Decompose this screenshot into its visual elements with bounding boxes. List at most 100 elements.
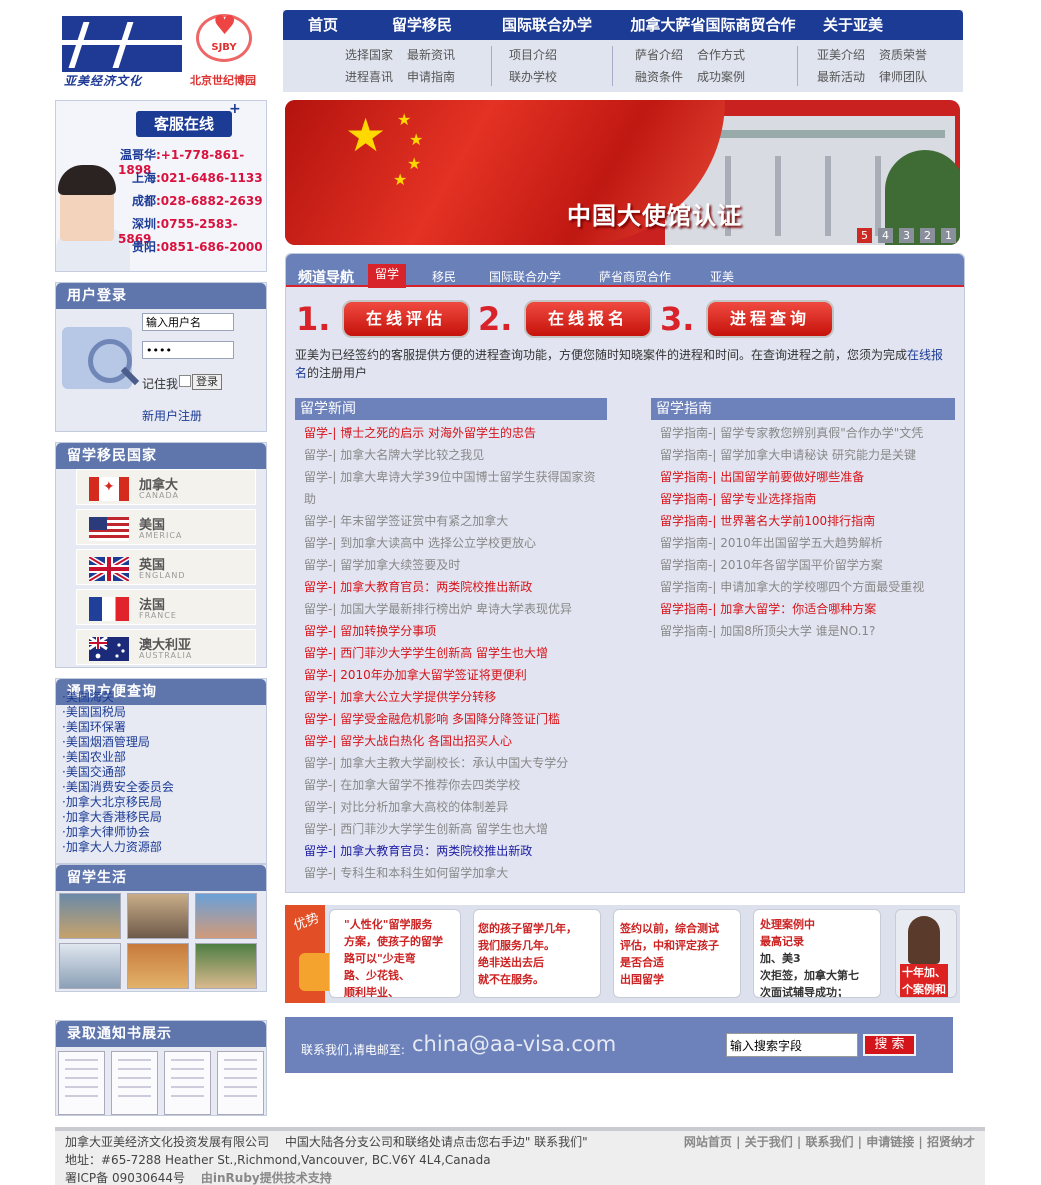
news-item[interactable]: 留学-| 年末留学签证赏中有紧之加拿大: [304, 510, 624, 532]
news-item[interactable]: 助: [304, 488, 624, 510]
quick-link[interactable]: ·加拿大律师协会: [62, 825, 174, 840]
quick-link[interactable]: ·美国消费安全委员会: [62, 780, 174, 795]
hero-banner[interactable]: ★ ★ ★ ★ ★ 中国大使馆认证 5 4 3 2 1: [285, 100, 960, 245]
quick-link[interactable]: ·加拿大香港移民局: [62, 810, 174, 825]
news-item[interactable]: 留学-| 加拿大教育官员：两类院校推出新政: [304, 576, 624, 598]
guide-item[interactable]: 留学指南-| 留学专业选择指南: [660, 488, 960, 510]
contact-email-link[interactable]: china@aa-visa.com: [412, 1032, 616, 1056]
quick-link[interactable]: ·美国海关: [62, 690, 174, 705]
site-search-input[interactable]: [726, 1033, 858, 1057]
quick-link[interactable]: ·美国烟酒管理局: [62, 735, 174, 750]
search-button[interactable]: 搜 索: [863, 1034, 916, 1056]
news-item[interactable]: 留学-| 加拿大公立大学提供学分转移: [304, 686, 624, 708]
submenu-item[interactable]: 合作方式: [697, 44, 745, 66]
offer-letter-thumb[interactable]: [217, 1051, 264, 1115]
offer-letter-thumb[interactable]: [58, 1051, 105, 1115]
online-assessment-button[interactable]: 在线评估: [342, 300, 470, 338]
country-uk[interactable]: 英国 ENGLAND: [76, 549, 256, 585]
password-input[interactable]: [142, 341, 234, 359]
footer-link-home[interactable]: 网站首页: [684, 1135, 732, 1149]
guide-item[interactable]: 留学指南-| 留学专家教您辨别真假"合作办学"文凭: [660, 422, 960, 444]
progress-query-button[interactable]: 进程查询: [706, 300, 834, 338]
channel-tab-immigration[interactable]: 移民: [432, 268, 456, 285]
student-life-photo[interactable]: [59, 943, 121, 989]
online-registration-button[interactable]: 在线报名: [524, 300, 652, 338]
student-life-photo[interactable]: [127, 943, 189, 989]
news-item[interactable]: 留学-| 加国大学最新排行榜出炉 卑诗大学表现优异: [304, 598, 624, 620]
channel-tab-joint-school[interactable]: 国际联合办学: [489, 268, 561, 285]
quick-link[interactable]: ·美国交通部: [62, 765, 174, 780]
submenu-item[interactable]: 融资条件: [635, 66, 683, 88]
submenu-item[interactable]: 律师团队: [879, 66, 927, 88]
news-item[interactable]: 留学-| 到加拿大读高中 选择公立学校更放心: [304, 532, 624, 554]
register-link[interactable]: 新用户注册: [142, 407, 202, 424]
quick-link[interactable]: ·加拿大人力资源部: [62, 840, 174, 855]
login-button[interactable]: 登录: [192, 374, 222, 390]
country-france[interactable]: 法国 FRANCE: [76, 589, 256, 625]
news-item[interactable]: 留学-| 留学加拿大续签要及时: [304, 554, 624, 576]
news-item[interactable]: 留学-| 博士之死的启示 对海外留学生的忠告: [304, 422, 624, 444]
ad-card[interactable]: 十年加、 个案例和: [895, 909, 957, 998]
tech-support-link[interactable]: 由inRuby提供技术支持: [201, 1171, 332, 1185]
submenu-item[interactable]: 最新资讯: [407, 44, 455, 66]
guide-item[interactable]: 留学指南-| 2010年各留学国平价留学方案: [660, 554, 960, 576]
nav-tab-joint-school[interactable]: 国际联合办学: [481, 10, 613, 40]
submenu-item[interactable]: 最新活动: [817, 66, 865, 88]
offer-letter-thumb[interactable]: [111, 1051, 158, 1115]
guide-item[interactable]: 留学指南-| 加拿大留学：你适合哪种方案: [660, 598, 960, 620]
ad-card[interactable]: 处理案例中 最高记录 加、美3 次拒签，加拿大第七 次面试辅导成功；: [753, 909, 881, 998]
channel-tab-study[interactable]: 留学: [368, 264, 407, 288]
username-input[interactable]: [142, 313, 234, 331]
banner-page-button[interactable]: 5: [857, 228, 872, 243]
submenu-item[interactable]: 联办学校: [509, 66, 557, 88]
quick-link[interactable]: ·美国国税局: [62, 705, 174, 720]
news-item[interactable]: 留学-| 西门菲沙大学学生创新高 留学生也大增: [304, 642, 624, 664]
quick-link[interactable]: ·美国农业部: [62, 750, 174, 765]
news-item[interactable]: 留学-| 专科生和本科生如何留学加拿大: [304, 862, 624, 884]
news-item[interactable]: 留学-| 加拿大教育官员：两类院校推出新政: [304, 840, 624, 862]
submenu-item[interactable]: 申请指南: [407, 66, 455, 88]
news-item[interactable]: 留学-| 加拿大名牌大学比较之我见: [304, 444, 624, 466]
nav-tab-study[interactable]: 留学移民: [363, 10, 481, 40]
news-item[interactable]: 留学-| 2010年办加拿大留学签证将更便利: [304, 664, 624, 686]
guide-item[interactable]: 留学指南-| 留学加拿大申请秘诀 研究能力是关键: [660, 444, 960, 466]
ad-card[interactable]: 您的孩子留学几年， 我们服务几年。 绝非送出去后 就不在服务。: [473, 909, 601, 998]
nav-tab-home[interactable]: 首页: [283, 10, 363, 40]
footer-link-contact[interactable]: 联系我们: [805, 1135, 853, 1149]
student-life-photo[interactable]: [195, 893, 257, 939]
nav-tab-trade[interactable]: 加拿大萨省国际商贸合作: [613, 10, 813, 40]
banner-page-button[interactable]: 3: [899, 228, 914, 243]
news-item[interactable]: 留学-| 留加转换学分事项: [304, 620, 624, 642]
country-australia[interactable]: 澳大利亚 AUSTRALIA: [76, 629, 256, 665]
student-life-photo[interactable]: [195, 943, 257, 989]
student-life-photo[interactable]: [59, 893, 121, 939]
submenu-item[interactable]: 亚美介绍: [817, 44, 865, 66]
news-item[interactable]: 留学-| 加拿大卑诗大学39位中国博士留学生获得国家资: [304, 466, 624, 488]
banner-page-button[interactable]: 2: [920, 228, 935, 243]
student-life-photo[interactable]: [127, 893, 189, 939]
submenu-item[interactable]: 项目介绍: [509, 44, 557, 66]
guide-item[interactable]: 留学指南-| 申请加拿大的学校哪四个方面最受重视: [660, 576, 960, 598]
footer-link-about[interactable]: 关于我们: [745, 1135, 793, 1149]
guide-item[interactable]: 留学指南-| 世界著名大学前100排行指南: [660, 510, 960, 532]
submenu-item[interactable]: 成功案例: [697, 66, 745, 88]
submenu-item[interactable]: 萨省介绍: [635, 44, 683, 66]
guide-item[interactable]: 留学指南-| 加国8所顶尖大学 谁是NO.1?: [660, 620, 960, 642]
quick-link[interactable]: ·美国环保署: [62, 720, 174, 735]
country-usa[interactable]: 美国 AMERICA: [76, 509, 256, 545]
submenu-item[interactable]: 进程喜讯: [345, 66, 393, 88]
submenu-item[interactable]: 资质荣誉: [879, 44, 927, 66]
remember-me-checkbox[interactable]: [179, 375, 191, 387]
channel-tab-trade[interactable]: 萨省商贸合作: [599, 268, 671, 285]
ad-card[interactable]: "人性化"留学服务 方案，使孩子的留学 路可以"少走弯 路、少花钱、 顺利毕业、: [329, 909, 461, 998]
guide-item[interactable]: 留学指南-| 出国留学前要做好哪些准备: [660, 466, 960, 488]
banner-page-button[interactable]: 1: [941, 228, 956, 243]
guide-item[interactable]: 留学指南-| 2010年出国留学五大趋势解析: [660, 532, 960, 554]
ad-card[interactable]: 签约以前，综合测试 评估，中和评定孩子 是否合适 出国留学: [613, 909, 741, 998]
channel-tab-yamei[interactable]: 亚美: [710, 268, 734, 285]
footer-link-jobs[interactable]: 招贤纳才: [927, 1135, 975, 1149]
news-item[interactable]: 留学-| 西门菲沙大学学生创新高 留学生也大增: [304, 818, 624, 840]
logo[interactable]: 亚美经济文化 SJBY 北京世纪博园: [60, 1, 270, 90]
news-item[interactable]: 留学-| 留学受金融危机影响 多国降分降签证门槛: [304, 708, 624, 730]
quick-link[interactable]: ·加拿大北京移民局: [62, 795, 174, 810]
